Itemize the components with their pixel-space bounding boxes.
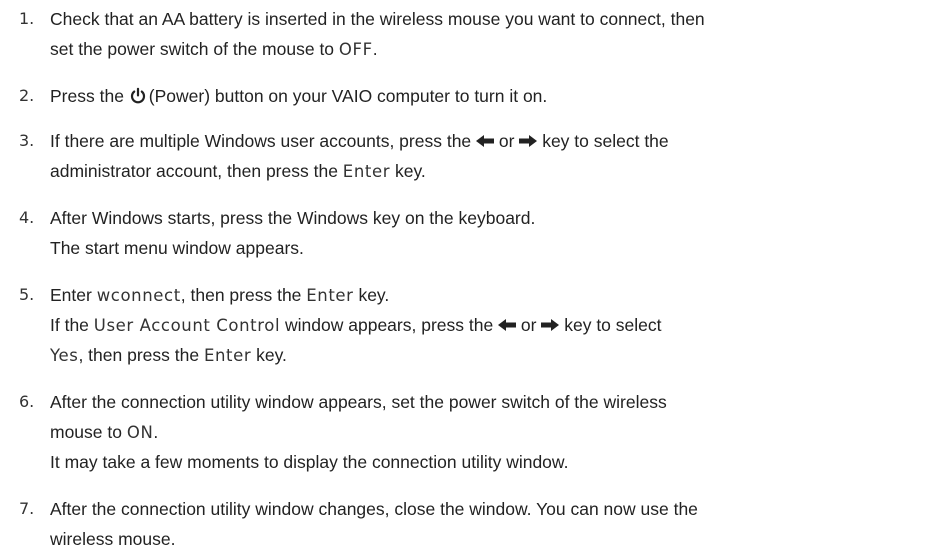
text-run: or (494, 131, 520, 151)
power-icon (129, 84, 147, 104)
ui-term-user-account-control: User Account Control (93, 316, 281, 335)
text-run: wireless mouse. (50, 529, 176, 549)
step-number: 6. (19, 392, 35, 411)
text-run: The start menu window appears. (50, 238, 304, 258)
step-text: After the connection utility window appe… (50, 387, 940, 477)
step-number: 7. (19, 499, 35, 518)
step-number: 4. (19, 208, 35, 227)
text-run: set the power switch of the mouse to (50, 39, 339, 59)
text-run: administrator account, then press the (50, 161, 343, 181)
step-text: If there are multiple Windows user accou… (50, 126, 940, 186)
step-line: After the connection utility window chan… (50, 494, 940, 524)
text-run: key. (251, 345, 287, 365)
text-run: Check that an AA battery is inserted in … (50, 9, 705, 29)
step-line: After Windows starts, press the Windows … (50, 203, 940, 233)
text-run: . (153, 422, 159, 442)
step-number: 5. (19, 285, 35, 304)
step-line: It may take a few moments to display the… (50, 447, 940, 477)
step-number: 2. (19, 86, 35, 105)
text-run: , then press the (180, 285, 307, 305)
ui-term-yes: Yes (50, 346, 79, 365)
ui-term-enter: Enter (203, 346, 252, 365)
text-run: , then press the (78, 345, 204, 365)
step-text: Check that an AA battery is inserted in … (50, 4, 940, 64)
ui-term-wconnect: wconnect (96, 286, 181, 305)
step-line: Yes, then press the Enter key. (50, 340, 940, 370)
right-arrow-key-icon (519, 126, 538, 147)
step-line: Enter wconnect, then press the Enter key… (50, 280, 940, 310)
step-line: The start menu window appears. (50, 233, 940, 263)
step-line: administrator account, then press the En… (50, 156, 940, 186)
text-run: or (516, 315, 542, 335)
text-run: After the connection utility window chan… (50, 499, 698, 519)
left-arrow-key-icon (498, 310, 517, 331)
step-number: 3. (19, 131, 35, 150)
step-number: 1. (19, 9, 35, 28)
step-line: If the User Account Control window appea… (50, 310, 940, 340)
step-text: After Windows starts, press the Windows … (50, 203, 940, 263)
text-run: Press the (50, 86, 129, 106)
ui-term-enter: Enter (306, 286, 354, 305)
step-text: Enter wconnect, then press the Enter key… (50, 280, 940, 370)
text-run: key to select (559, 315, 662, 335)
left-arrow-key-icon (476, 126, 495, 147)
instruction-steps: 1. Check that an AA battery is inserted … (0, 0, 950, 551)
text-run: key to select the (537, 131, 669, 151)
step-text: Press the (Power) button on your VAIO co… (50, 81, 940, 111)
step-line: If there are multiple Windows user accou… (50, 126, 940, 156)
step-line: set the power switch of the mouse to OFF… (50, 34, 940, 64)
step-line: Press the (Power) button on your VAIO co… (50, 81, 940, 111)
text-run: . (372, 39, 378, 59)
ui-term-enter: Enter (342, 162, 391, 181)
text-run: key. (390, 161, 426, 181)
text-run: key. (353, 285, 390, 305)
text-run: (Power) button on your VAIO computer to … (148, 86, 548, 106)
text-run: It may take a few moments to display the… (50, 452, 569, 472)
text-run: After the connection utility window appe… (50, 392, 667, 412)
text-run: After Windows starts, press the Windows … (50, 208, 536, 228)
ui-term-off: OFF (338, 40, 373, 59)
step-line: Check that an AA battery is inserted in … (50, 4, 940, 34)
text-run: If the (50, 315, 94, 335)
text-run: Enter (50, 285, 97, 305)
step-line: mouse to ON. (50, 417, 940, 447)
text-run: mouse to (50, 422, 127, 442)
step-line: wireless mouse. (50, 524, 940, 554)
text-run: window appears, press the (280, 315, 499, 335)
text-run: If there are multiple Windows user accou… (50, 131, 477, 151)
step-line: After the connection utility window appe… (50, 387, 940, 417)
right-arrow-key-icon (541, 310, 560, 331)
step-text: After the connection utility window chan… (50, 494, 940, 554)
ui-term-on: ON (126, 423, 154, 442)
